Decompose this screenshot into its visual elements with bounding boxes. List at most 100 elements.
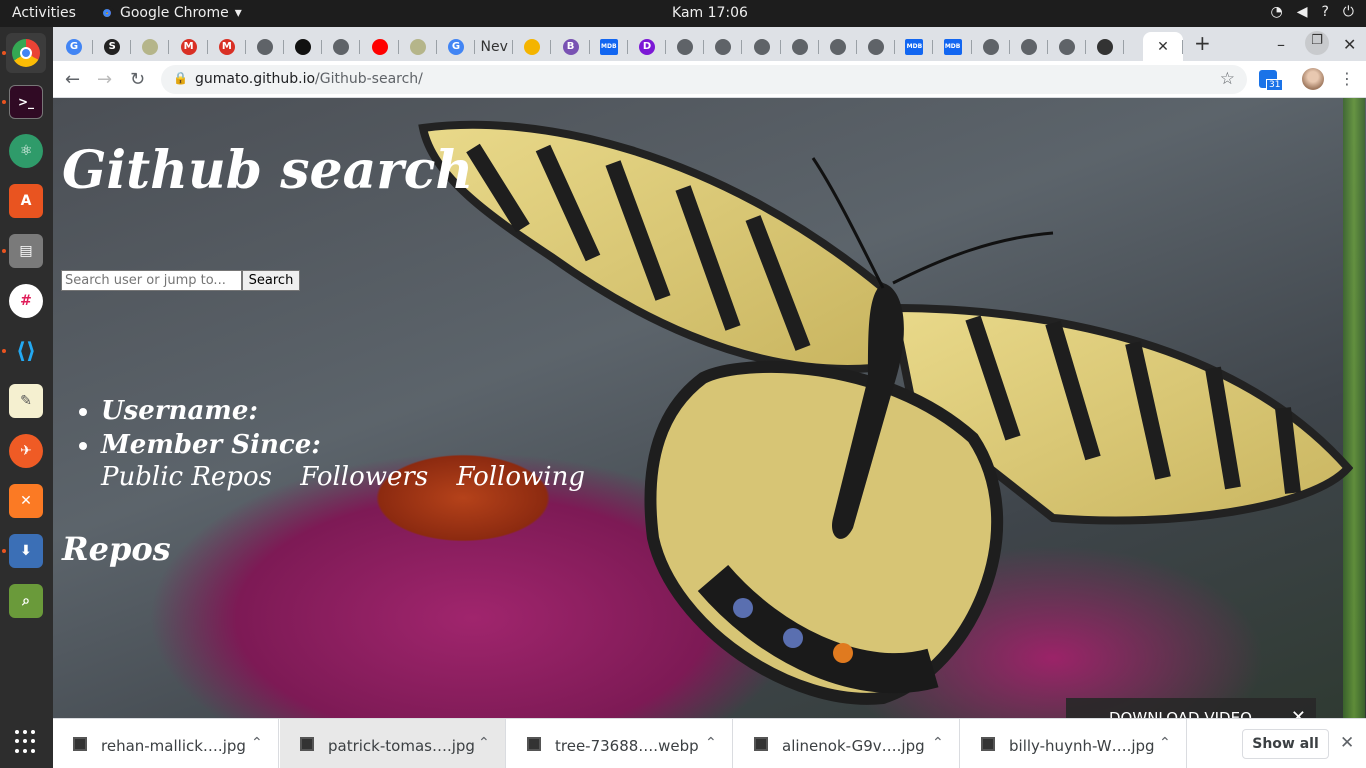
profile-info: Username: Member Since: Public Repos Fol… bbox=[101, 396, 585, 492]
active-tab[interactable]: ✕ bbox=[1143, 32, 1183, 61]
tab[interactable] bbox=[704, 32, 743, 61]
back-button[interactable]: ← bbox=[65, 69, 80, 90]
globe-icon bbox=[982, 38, 999, 55]
chevron-up-icon[interactable]: ⌃ bbox=[251, 735, 263, 751]
tab[interactable]: B bbox=[552, 32, 590, 61]
tab[interactable] bbox=[284, 32, 323, 61]
google-icon: G bbox=[66, 38, 82, 55]
avatar[interactable] bbox=[1302, 68, 1324, 90]
tab[interactable] bbox=[1086, 32, 1125, 61]
download-item[interactable]: rehan-mallick….jpg ⌃ bbox=[53, 719, 279, 768]
terminal-icon bbox=[1097, 38, 1114, 55]
tab[interactable] bbox=[781, 32, 819, 61]
tab[interactable]: MDB bbox=[590, 32, 628, 61]
address-bar[interactable]: 🔒 gumato.github.io/Github-search/ ☆ bbox=[161, 65, 1247, 94]
tab[interactable] bbox=[131, 32, 170, 61]
download-filename: billy-huynh-W….jpg bbox=[1009, 737, 1155, 755]
installer-dock-icon[interactable]: ⬇ bbox=[9, 534, 43, 568]
bookmark-star-icon[interactable]: ☆ bbox=[1220, 69, 1235, 89]
chevron-up-icon[interactable]: ⌃ bbox=[705, 735, 717, 751]
close-window-button[interactable]: ✕ bbox=[1343, 35, 1356, 54]
following-label: Following bbox=[456, 462, 585, 492]
tab[interactable]: S bbox=[93, 32, 132, 61]
file-icon bbox=[527, 737, 541, 751]
vscode-dock-icon[interactable]: ⟨⟩ bbox=[9, 334, 43, 368]
tab[interactable]: M bbox=[170, 32, 208, 61]
download-item[interactable]: billy-huynh-W….jpg ⌃ bbox=[961, 719, 1187, 768]
tab[interactable] bbox=[666, 32, 705, 61]
show-all-button[interactable]: Show all bbox=[1242, 729, 1329, 759]
system-tray[interactable]: ◔ ◀ ? ⏻ bbox=[1270, 4, 1354, 20]
system-top-bar: Activities Google Chrome ▾ Kam 17:06 ◔ ◀… bbox=[0, 0, 1366, 27]
member-since-item: Member Since: bbox=[101, 430, 321, 464]
close-shelf-icon[interactable]: ✕ bbox=[1340, 733, 1354, 753]
file-icon bbox=[754, 737, 768, 751]
tab[interactable] bbox=[972, 32, 1010, 61]
tab[interactable] bbox=[1048, 32, 1087, 61]
tab[interactable] bbox=[743, 32, 781, 61]
atom-dock-icon[interactable]: ⚛ bbox=[9, 134, 43, 168]
tab[interactable] bbox=[246, 32, 284, 61]
reload-button[interactable]: ↻ bbox=[130, 69, 145, 90]
tab[interactable] bbox=[857, 32, 896, 61]
close-icon[interactable]: ✕ bbox=[1157, 39, 1169, 55]
tree-icon bbox=[409, 38, 426, 55]
file-icon bbox=[300, 737, 314, 751]
tab[interactable] bbox=[819, 32, 857, 61]
clock[interactable]: Kam 17:06 bbox=[0, 5, 1366, 21]
tab[interactable]: D bbox=[628, 32, 666, 61]
xampp-dock-icon[interactable]: ✕ bbox=[9, 484, 43, 518]
globe-icon bbox=[868, 38, 885, 55]
calendar-extension-icon[interactable]: 31 bbox=[1259, 70, 1284, 92]
search-input[interactable] bbox=[61, 270, 242, 291]
image-viewer-dock-icon[interactable]: ⌕ bbox=[9, 584, 43, 618]
emoji-icon bbox=[524, 38, 541, 55]
power-icon: ⏻ bbox=[1342, 4, 1354, 20]
terminal-dock-icon[interactable]: >_ bbox=[9, 85, 43, 119]
software-center-dock-icon[interactable]: A bbox=[9, 184, 43, 218]
text-editor-dock-icon[interactable]: ✎ bbox=[9, 384, 43, 418]
download-item[interactable]: alinenok-G9v….jpg ⌃ bbox=[734, 719, 960, 768]
chevron-up-icon[interactable]: ⌃ bbox=[478, 735, 490, 751]
url-path: /Github-search/ bbox=[315, 71, 423, 87]
help-icon: ? bbox=[1321, 4, 1329, 20]
slack-dock-icon[interactable]: # bbox=[9, 284, 43, 318]
download-item[interactable]: patrick-tomas….jpg ⌃ bbox=[280, 719, 506, 768]
chevron-up-icon[interactable]: ⌃ bbox=[1159, 735, 1171, 751]
forward-button[interactable]: → bbox=[97, 69, 112, 90]
tab[interactable]: MDB bbox=[895, 32, 934, 61]
menu-icon[interactable]: ⋮ bbox=[1339, 69, 1355, 88]
show-applications-icon[interactable] bbox=[15, 730, 39, 754]
lock-icon[interactable]: 🔒 bbox=[173, 71, 188, 85]
tab[interactable] bbox=[513, 32, 552, 61]
followers-label: Followers bbox=[300, 462, 429, 492]
mdb-icon: MDB bbox=[599, 38, 618, 55]
browser-toolbar: ← → ↻ 🔒 gumato.github.io/Github-search/ … bbox=[53, 61, 1366, 98]
tab[interactable]: G bbox=[55, 32, 93, 61]
globe-icon bbox=[1021, 38, 1037, 55]
tab[interactable] bbox=[399, 32, 437, 61]
minimize-button[interactable]: – bbox=[1277, 35, 1285, 54]
tab-strip: G S M M G Nev B MDB D MDB MDB ✕ + – ❐ ✕ bbox=[53, 27, 1366, 61]
new-tab-button[interactable]: + bbox=[1194, 31, 1211, 55]
chevron-up-icon[interactable]: ⌃ bbox=[932, 735, 944, 751]
tab[interactable]: MDB bbox=[934, 32, 972, 61]
download-filename: patrick-tomas….jpg bbox=[328, 737, 475, 755]
wifi-icon: ◔ bbox=[1270, 4, 1283, 20]
youtube-icon bbox=[371, 38, 388, 55]
s-icon: S bbox=[104, 38, 121, 55]
files-dock-icon[interactable]: ▤ bbox=[9, 234, 43, 268]
mdb-icon: MDB bbox=[943, 38, 962, 55]
tab[interactable]: G bbox=[437, 32, 475, 61]
tab[interactable] bbox=[361, 32, 399, 61]
restore-button[interactable]: ❐ bbox=[1305, 31, 1329, 55]
tab[interactable] bbox=[1010, 32, 1048, 61]
search-button[interactable]: Search bbox=[242, 270, 300, 291]
download-item[interactable]: tree-73688….webp ⌃ bbox=[507, 719, 733, 768]
postman-dock-icon[interactable]: ✈ bbox=[9, 434, 43, 468]
tab[interactable] bbox=[322, 32, 361, 61]
chrome-dock-icon[interactable] bbox=[6, 33, 46, 73]
tab[interactable]: M bbox=[208, 32, 246, 61]
globe-icon bbox=[1059, 38, 1076, 55]
tab[interactable]: Nev bbox=[475, 32, 514, 61]
